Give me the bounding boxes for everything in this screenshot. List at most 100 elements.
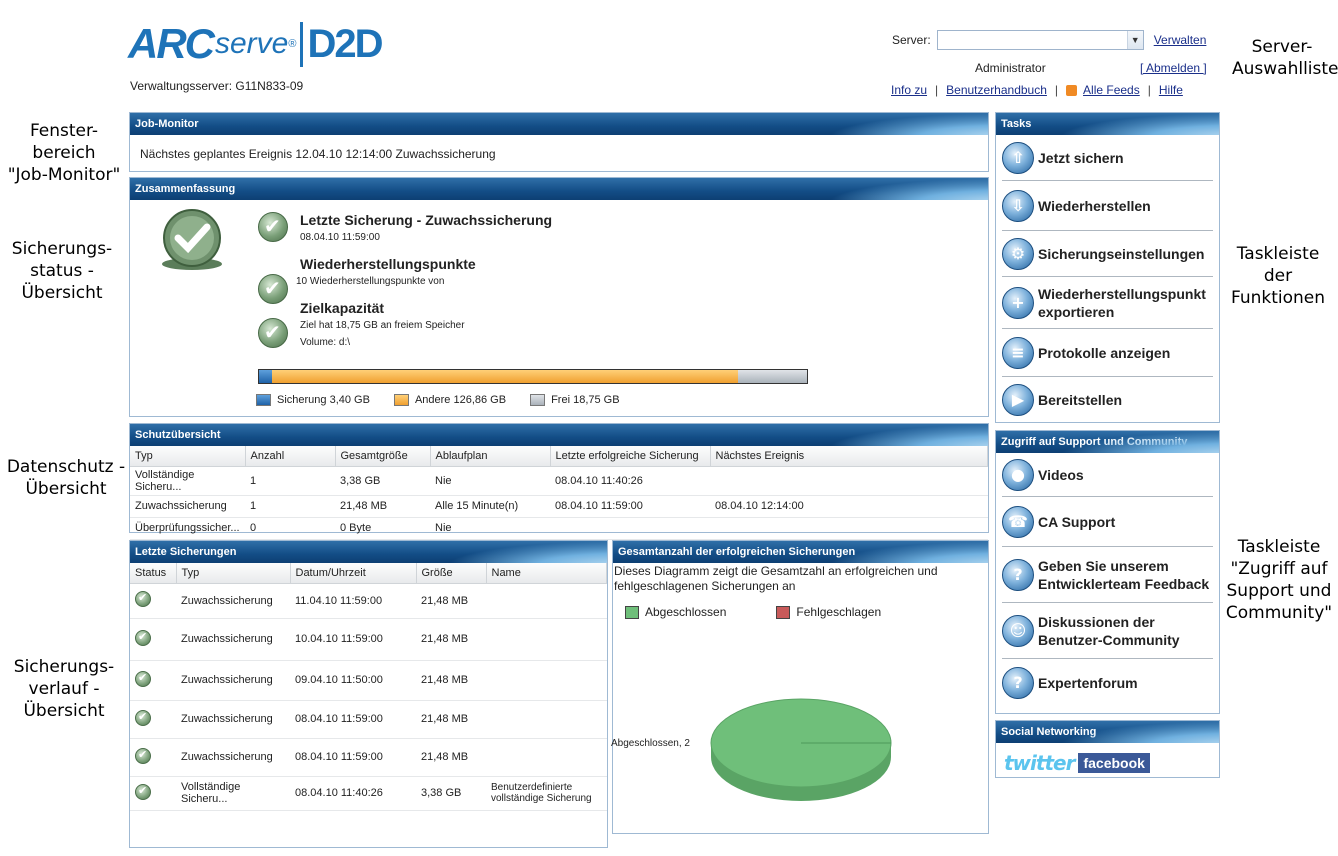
status-check-icon bbox=[258, 318, 288, 348]
table-cell: Zuwachssicherung bbox=[176, 700, 290, 739]
twitter-link[interactable]: twitter bbox=[1004, 751, 1075, 775]
table-cell: 3,38 GB bbox=[416, 776, 486, 811]
info-link[interactable]: Info zu bbox=[891, 83, 927, 97]
table-cell bbox=[550, 517, 710, 540]
table-row[interactable]: Vollständige Sicheru...08.04.10 11:40:26… bbox=[130, 776, 607, 811]
annotation-data-protection: Datenschutz - Übersicht bbox=[6, 457, 126, 499]
table-cell: 08.04.10 11:40:26 bbox=[550, 466, 710, 496]
recent-backups-panel: Letzte Sicherungen Status Typ Datum/Uhrzei… bbox=[129, 540, 608, 848]
table-cell bbox=[486, 660, 607, 701]
success-check-icon bbox=[135, 591, 151, 607]
table-cell: Zuwachssicherung bbox=[130, 495, 245, 518]
column-header[interactable]: Status bbox=[130, 563, 177, 584]
recovery-points-text: 10 Wiederherstellungspunkte von bbox=[296, 276, 445, 287]
support-header: Zugriff auf Support und Community bbox=[996, 431, 1219, 453]
chevron-down-icon[interactable]: ▼ bbox=[1126, 31, 1143, 49]
legend-completed: Abgeschlossen bbox=[645, 605, 727, 619]
task-item[interactable]: ⚙ Sicherungseinstellungen bbox=[1002, 231, 1213, 277]
success-check-icon bbox=[135, 783, 151, 800]
legend-swatch-backup bbox=[256, 394, 271, 406]
column-header[interactable]: Name bbox=[486, 563, 607, 584]
capacity-volume-text: Volume: d:\ bbox=[300, 337, 351, 348]
column-header[interactable]: Typ bbox=[130, 446, 246, 467]
column-header[interactable]: Anzahl bbox=[245, 446, 336, 467]
table-cell: 21,48 MB bbox=[416, 583, 486, 619]
support-item[interactable]: ? Expertenforum bbox=[1002, 659, 1213, 707]
table-row[interactable]: Zuwachssicherung08.04.10 11:59:0021,48 M… bbox=[130, 738, 607, 777]
table-cell: 08.04.10 11:59:00 bbox=[290, 738, 416, 777]
task-item[interactable]: ▶ Bereitstellen bbox=[1002, 377, 1213, 423]
table-cell: 08.04.10 11:40:26 bbox=[290, 776, 416, 811]
column-header[interactable]: Gesamtgröße bbox=[335, 446, 431, 467]
table-cell: 08.04.10 11:59:00 bbox=[290, 700, 416, 739]
table-row: Vollständige Sicheru... 1 3,38 GB Nie 08.04.… bbox=[130, 466, 988, 496]
column-header[interactable]: Typ bbox=[176, 563, 291, 584]
table-cell: 21,48 MB bbox=[416, 618, 486, 661]
top-links: Info zu | Benutzerhandbuch | Alle Feeds … bbox=[891, 83, 1183, 97]
summary-header: Zusammenfassung bbox=[130, 178, 988, 200]
logo-reg-mark: ® bbox=[288, 38, 297, 50]
table-cell: 3,38 GB bbox=[335, 466, 430, 496]
recent-backups-header: Letzte Sicherungen bbox=[130, 541, 607, 563]
column-header[interactable]: Datum/Uhrzeit bbox=[290, 563, 417, 584]
task-label: Protokolle anzeigen bbox=[1038, 344, 1171, 361]
capacity-bar-free bbox=[738, 370, 807, 383]
status-cell bbox=[130, 776, 176, 811]
annotation-task-bar: Taskleiste der Funktionen bbox=[1230, 244, 1326, 308]
support-item[interactable]: ☎ CA Support bbox=[1002, 497, 1213, 547]
support-label: Expertenforum bbox=[1038, 675, 1138, 691]
table-row[interactable]: Zuwachssicherung10.04.10 11:59:0021,48 M… bbox=[130, 618, 607, 661]
task-item[interactable]: ⇩ Wiederherstellen bbox=[1002, 181, 1213, 231]
logo-arc-text: ARC bbox=[128, 20, 215, 67]
facebook-link[interactable]: facebook bbox=[1078, 753, 1150, 773]
logout-link[interactable]: [ Abmelden ] bbox=[1140, 61, 1207, 75]
support-item[interactable]: ☺ Diskussionen der Benutzer-Community bbox=[1002, 603, 1213, 659]
task-item[interactable]: ⇧ Jetzt sichern bbox=[1002, 135, 1213, 181]
last-backup-time: 08.04.10 11:59:00 bbox=[300, 232, 380, 243]
table-cell: Benutzerdefinierte vollständige Sicherun… bbox=[486, 776, 607, 811]
job-monitor-text: Nächstes geplantes Ereignis 12.04.10 12:… bbox=[140, 147, 496, 161]
success-chart-panel: Gesamtanzahl der erfolgreichen Sicherung… bbox=[611, 540, 989, 834]
question-icon: ? bbox=[1002, 558, 1034, 591]
table-row[interactable]: Zuwachssicherung08.04.10 11:59:0021,48 M… bbox=[130, 700, 607, 739]
status-check-icon bbox=[258, 274, 288, 304]
support-item[interactable]: ● Videos bbox=[1002, 453, 1213, 497]
last-backup-title: Letzte Sicherung - Zuwachssicherung bbox=[300, 212, 553, 228]
status-cell bbox=[130, 583, 176, 619]
job-monitor-panel: Job-Monitor Nächstes geplantes Ereignis … bbox=[129, 112, 989, 172]
status-cell bbox=[130, 660, 176, 701]
column-header[interactable]: Letzte erfolgreiche Sicherung bbox=[550, 446, 711, 467]
server-dropdown[interactable]: ▼ bbox=[936, 30, 1144, 50]
backup-now-icon: ⇧ bbox=[1002, 141, 1034, 174]
tasks-panel: Tasks ⇧ Jetzt sichern ⇩ Wiederherstellen ⚙ Si… bbox=[995, 112, 1220, 423]
capacity-legend: Sicherung 3,40 GB Andere 126,86 GB Frei … bbox=[256, 394, 644, 406]
task-label: Wiederherstellen bbox=[1038, 197, 1151, 214]
table-row[interactable]: Zuwachssicherung11.04.10 11:59:0021,48 M… bbox=[130, 583, 607, 619]
annotation-job-monitor: Fenster- bereich "Job-Monitor" bbox=[7, 121, 121, 185]
legend-swatch-other bbox=[393, 394, 409, 406]
column-header[interactable]: Größe bbox=[416, 563, 487, 584]
help-link[interactable]: Hilfe bbox=[1159, 83, 1183, 97]
summary-panel: Zusammenfassung Letzte Sicherung - Zuwac… bbox=[129, 177, 989, 417]
separator: | bbox=[935, 83, 939, 97]
manage-link[interactable]: Verwalten bbox=[1154, 33, 1207, 47]
manual-link[interactable]: Benutzerhandbuch bbox=[946, 83, 1047, 97]
protection-table: Typ Anzahl Gesamtgröße Ablaufplan Letzte erf… bbox=[130, 446, 988, 540]
task-item[interactable]: + Wiederherstellungspunkt exportieren bbox=[1002, 277, 1213, 329]
annotation-support-bar: Taskleiste "Zugriff auf Support und Comm… bbox=[1225, 537, 1333, 623]
separator: | bbox=[1054, 83, 1059, 97]
success-check-icon bbox=[135, 747, 151, 764]
support-label: Videos bbox=[1038, 466, 1084, 483]
table-cell: Zuwachssicherung bbox=[176, 583, 290, 619]
column-header[interactable]: Nächstes Ereignis bbox=[710, 446, 988, 467]
task-item[interactable]: ≡ Protokolle anzeigen bbox=[1002, 329, 1213, 377]
protection-panel: Schutzübersicht Typ Anzahl Gesamtgröße Abla… bbox=[129, 423, 989, 540]
table-cell: Alle 15 Minute(n) bbox=[430, 495, 550, 518]
table-row[interactable]: Zuwachssicherung09.04.10 11:50:0021,48 M… bbox=[130, 660, 607, 701]
support-item[interactable]: ? Geben Sie unserem Entwicklerteam Feedba… bbox=[1002, 547, 1213, 603]
feeds-link[interactable]: Alle Feeds bbox=[1083, 83, 1140, 97]
table-cell bbox=[486, 583, 607, 619]
success-check-icon bbox=[135, 629, 151, 646]
table-cell: Nie bbox=[430, 517, 550, 540]
column-header[interactable]: Ablaufplan bbox=[430, 446, 551, 467]
